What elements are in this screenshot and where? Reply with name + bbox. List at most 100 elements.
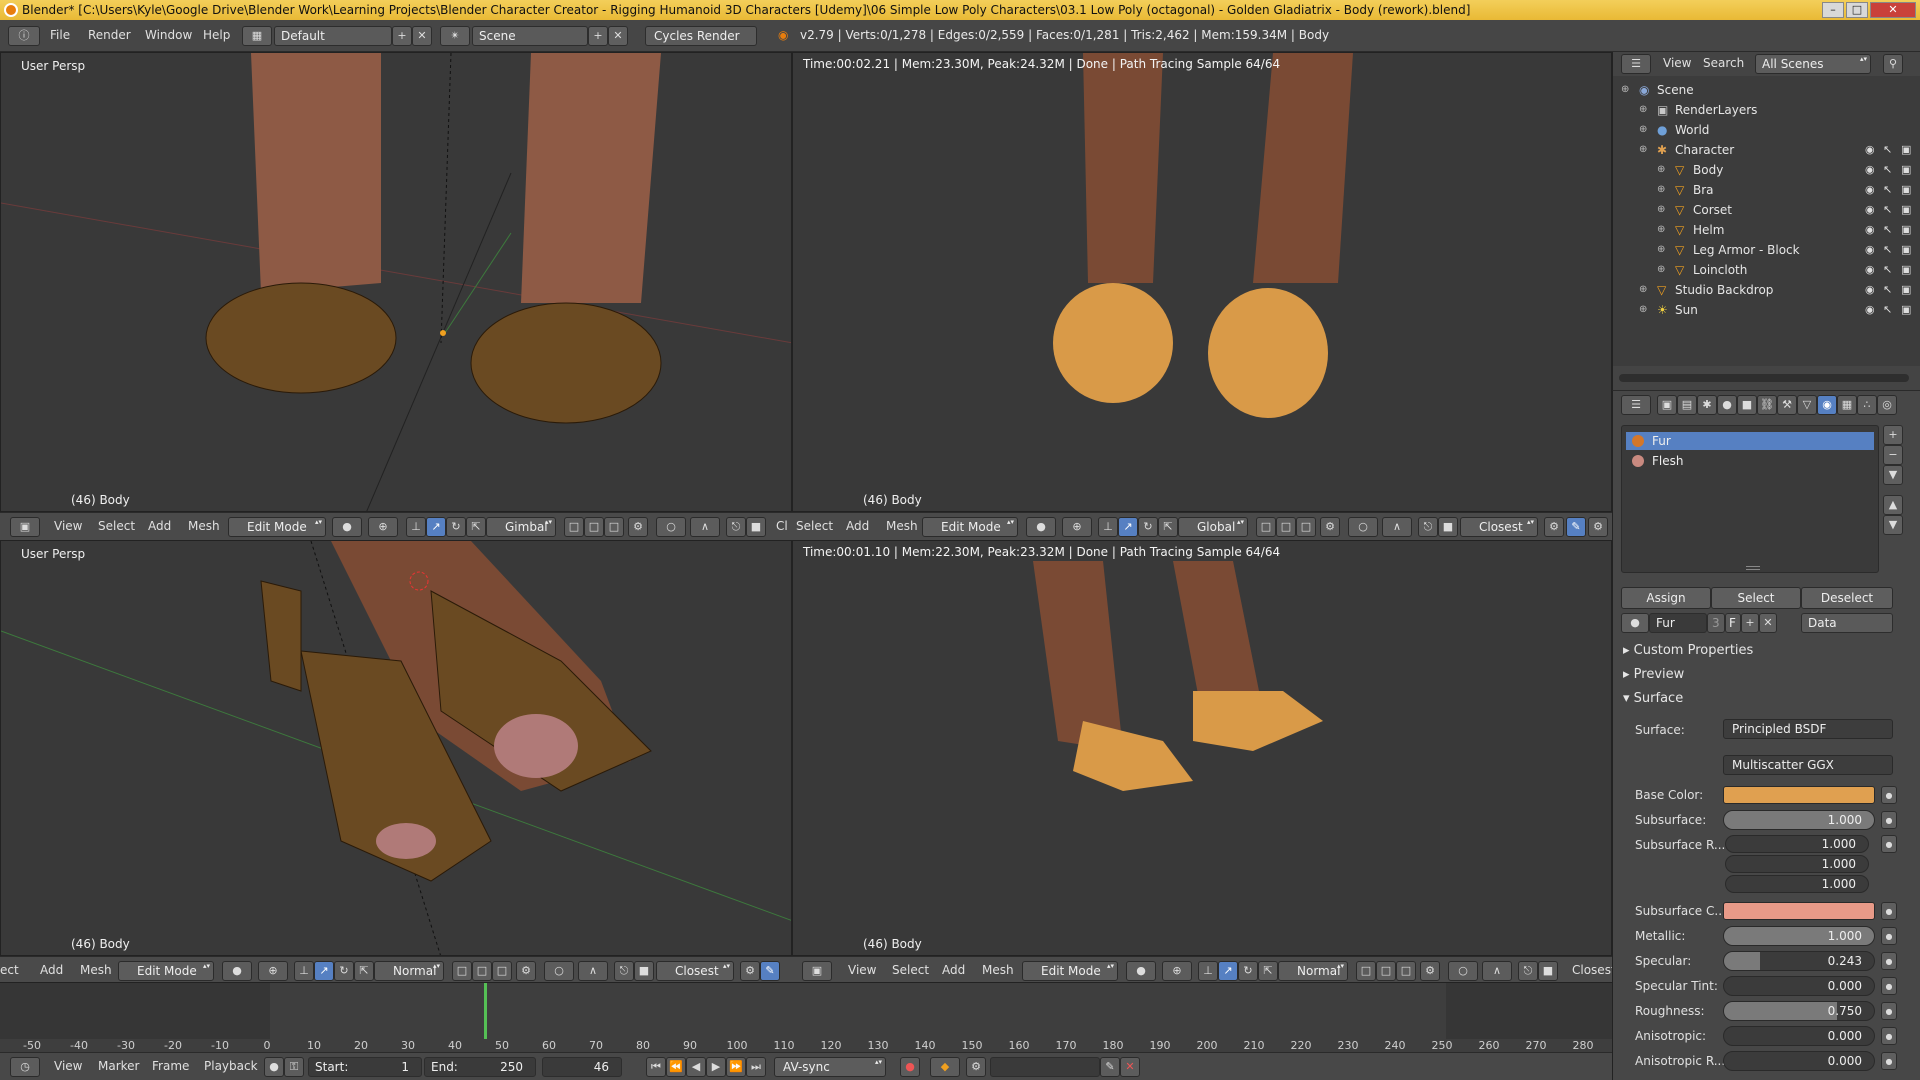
timeline-menu-view[interactable]: View <box>54 1059 82 1073</box>
list-resize-icon[interactable] <box>1746 566 1760 570</box>
tab-render-layers-icon[interactable]: ▤ <box>1677 395 1697 415</box>
vertex-select-icon[interactable]: □ <box>1256 517 1276 537</box>
translate-icon[interactable]: ↗ <box>314 961 334 981</box>
eye-icon[interactable]: ◉ <box>1865 200 1875 220</box>
snap-icon[interactable]: ⎋ <box>726 517 746 537</box>
translate-icon[interactable]: ↗ <box>1118 517 1138 537</box>
material-link-select[interactable]: Data <box>1801 613 1893 633</box>
render-icon[interactable]: ▣ <box>1901 140 1911 160</box>
face-select-icon[interactable]: □ <box>1396 961 1416 981</box>
render-icon[interactable]: ▣ <box>1901 220 1911 240</box>
tab-data-icon[interactable]: ▽ <box>1797 395 1817 415</box>
assign-button[interactable]: Assign <box>1621 587 1711 609</box>
minimize-icon[interactable]: – <box>1822 2 1844 18</box>
expand-icon[interactable]: ⊕ <box>1657 180 1665 200</box>
outliner-item-corset[interactable]: ⊕ ▽ Corset ◉ ↖ ▣ <box>1613 200 1911 220</box>
menu-help[interactable]: Help <box>203 28 230 42</box>
mode-select[interactable]: Edit Mode <box>922 517 1018 537</box>
translate-icon[interactable]: ↗ <box>426 517 446 537</box>
snap-target-icon[interactable]: ■ <box>746 517 766 537</box>
menu-file[interactable]: File <box>50 28 70 42</box>
render-icon[interactable]: ▣ <box>1901 160 1911 180</box>
outliner-item-character[interactable]: ⊕ ✱ Character ◉ ↖ ▣ <box>1613 140 1911 160</box>
tab-modifiers-icon[interactable]: ⚒ <box>1777 395 1797 415</box>
param-slider[interactable]: 0.243 <box>1723 951 1875 971</box>
scale-icon[interactable]: ⇱ <box>466 517 486 537</box>
menu-select[interactable]: Select <box>98 519 135 533</box>
viewport-bottom-left[interactable]: User Persp (46) Body <box>0 540 792 956</box>
insert-key-icon[interactable]: ✎ <box>1100 1057 1120 1077</box>
menu-view[interactable]: View <box>54 519 82 533</box>
mode-select[interactable]: Edit Mode <box>228 517 326 537</box>
outliner-menu-search[interactable]: Search <box>1703 56 1744 70</box>
scale-icon[interactable]: ⇱ <box>1158 517 1178 537</box>
remove-scene-icon[interactable]: ✕ <box>608 26 628 46</box>
outliner-editor-type-icon[interactable]: ☰ <box>1621 54 1651 74</box>
rotate-icon[interactable]: ↻ <box>334 961 354 981</box>
remove-slot-icon[interactable]: − <box>1883 445 1903 465</box>
menu-select[interactable]: Select <box>892 963 929 977</box>
menu-add[interactable]: Add <box>942 963 965 977</box>
pivot-icon[interactable]: ⊕ <box>1062 517 1092 537</box>
layout-field[interactable]: Default <box>274 26 392 46</box>
socket-link-icon[interactable]: ● <box>1881 811 1897 829</box>
move-slot-up-icon[interactable]: ▲ <box>1883 495 1903 515</box>
surface-section[interactable]: ▾ Surface <box>1623 691 1683 706</box>
opengl-anim-icon[interactable]: ⚙ <box>1588 517 1608 537</box>
outliner-item-studio-backdrop[interactable]: ⊕ ▽ Studio Backdrop ◉ ↖ ▣ <box>1613 280 1911 300</box>
tab-particles-icon[interactable]: ∴ <box>1857 395 1877 415</box>
layout-grid-icon[interactable]: ▦ <box>242 26 272 46</box>
occlude-icon[interactable]: ⚙ <box>628 517 648 537</box>
snap-element-icon[interactable]: ∧ <box>578 961 608 981</box>
info-editor-type-icon[interactable]: ⓘ <box>8 26 40 46</box>
snap-icon[interactable]: ⎋ <box>1518 961 1538 981</box>
expand-icon[interactable]: ⊕ <box>1621 80 1629 100</box>
add-scene-icon[interactable]: + <box>588 26 608 46</box>
shading-icon[interactable]: ● <box>1026 517 1056 537</box>
orientation-select[interactable]: Global <box>1178 517 1248 537</box>
snap-target-label[interactable]: Closest <box>1572 963 1616 977</box>
deselect-button[interactable]: Deselect <box>1801 587 1893 609</box>
tab-scene-icon[interactable]: ✱ <box>1697 395 1717 415</box>
outliner-scrollbar[interactable] <box>1619 374 1909 382</box>
distribution-select[interactable]: Multiscatter GGX <box>1723 755 1893 775</box>
select-button[interactable]: Select <box>1711 587 1801 609</box>
edge-select-icon[interactable]: □ <box>1276 517 1296 537</box>
cursor-icon[interactable]: ↖ <box>1883 240 1892 260</box>
translate-icon[interactable]: ↗ <box>1218 961 1238 981</box>
eye-icon[interactable]: ◉ <box>1865 280 1875 300</box>
shading-icon[interactable]: ● <box>222 961 252 981</box>
material-browse-icon[interactable]: ● <box>1621 613 1649 633</box>
new-material-icon[interactable]: + <box>1741 613 1759 633</box>
snap-element-icon[interactable]: ∧ <box>1382 517 1412 537</box>
close-icon[interactable]: ✕ <box>1870 2 1916 18</box>
move-slot-down-icon[interactable]: ▼ <box>1883 515 1903 535</box>
expand-icon[interactable]: ⊕ <box>1639 120 1647 140</box>
socket-link-icon[interactable]: ● <box>1881 1027 1897 1045</box>
menu-mesh[interactable]: Mesh <box>80 963 112 977</box>
occlude-icon[interactable]: ⚙ <box>1420 961 1440 981</box>
outliner-item-helm[interactable]: ⊕ ▽ Helm ◉ ↖ ▣ <box>1613 220 1911 240</box>
expand-icon[interactable]: ⊕ <box>1657 220 1665 240</box>
current-frame-field[interactable]: 46 <box>542 1057 622 1077</box>
vertex-select-icon[interactable]: □ <box>1356 961 1376 981</box>
occlude-icon[interactable]: ⚙ <box>516 961 536 981</box>
menu-mesh[interactable]: Mesh <box>188 519 220 533</box>
jump-start-icon[interactable]: ⏮ <box>646 1057 666 1077</box>
play-reverse-icon[interactable]: ◀ <box>686 1057 706 1077</box>
tab-object-icon[interactable]: ■ <box>1737 395 1757 415</box>
end-frame-field[interactable]: End: 250 <box>424 1057 536 1077</box>
render-engine-select[interactable]: Cycles Render <box>645 26 757 46</box>
cursor-icon[interactable]: ↖ <box>1883 280 1892 300</box>
properties-editor-type-icon[interactable]: ☰ <box>1621 395 1651 415</box>
menu-add[interactable]: Add <box>846 519 869 533</box>
color-swatch[interactable] <box>1723 786 1875 804</box>
timeline-menu-frame[interactable]: Frame <box>152 1059 189 1073</box>
tab-world-icon[interactable]: ● <box>1717 395 1737 415</box>
expand-icon[interactable]: ⊕ <box>1657 240 1665 260</box>
edge-select-icon[interactable]: □ <box>1376 961 1396 981</box>
snap-target-icon[interactable]: ■ <box>1538 961 1558 981</box>
material-users-count[interactable]: 3 <box>1707 613 1725 633</box>
socket-link-icon[interactable]: ● <box>1881 952 1897 970</box>
expand-icon[interactable]: ⊕ <box>1657 160 1665 180</box>
